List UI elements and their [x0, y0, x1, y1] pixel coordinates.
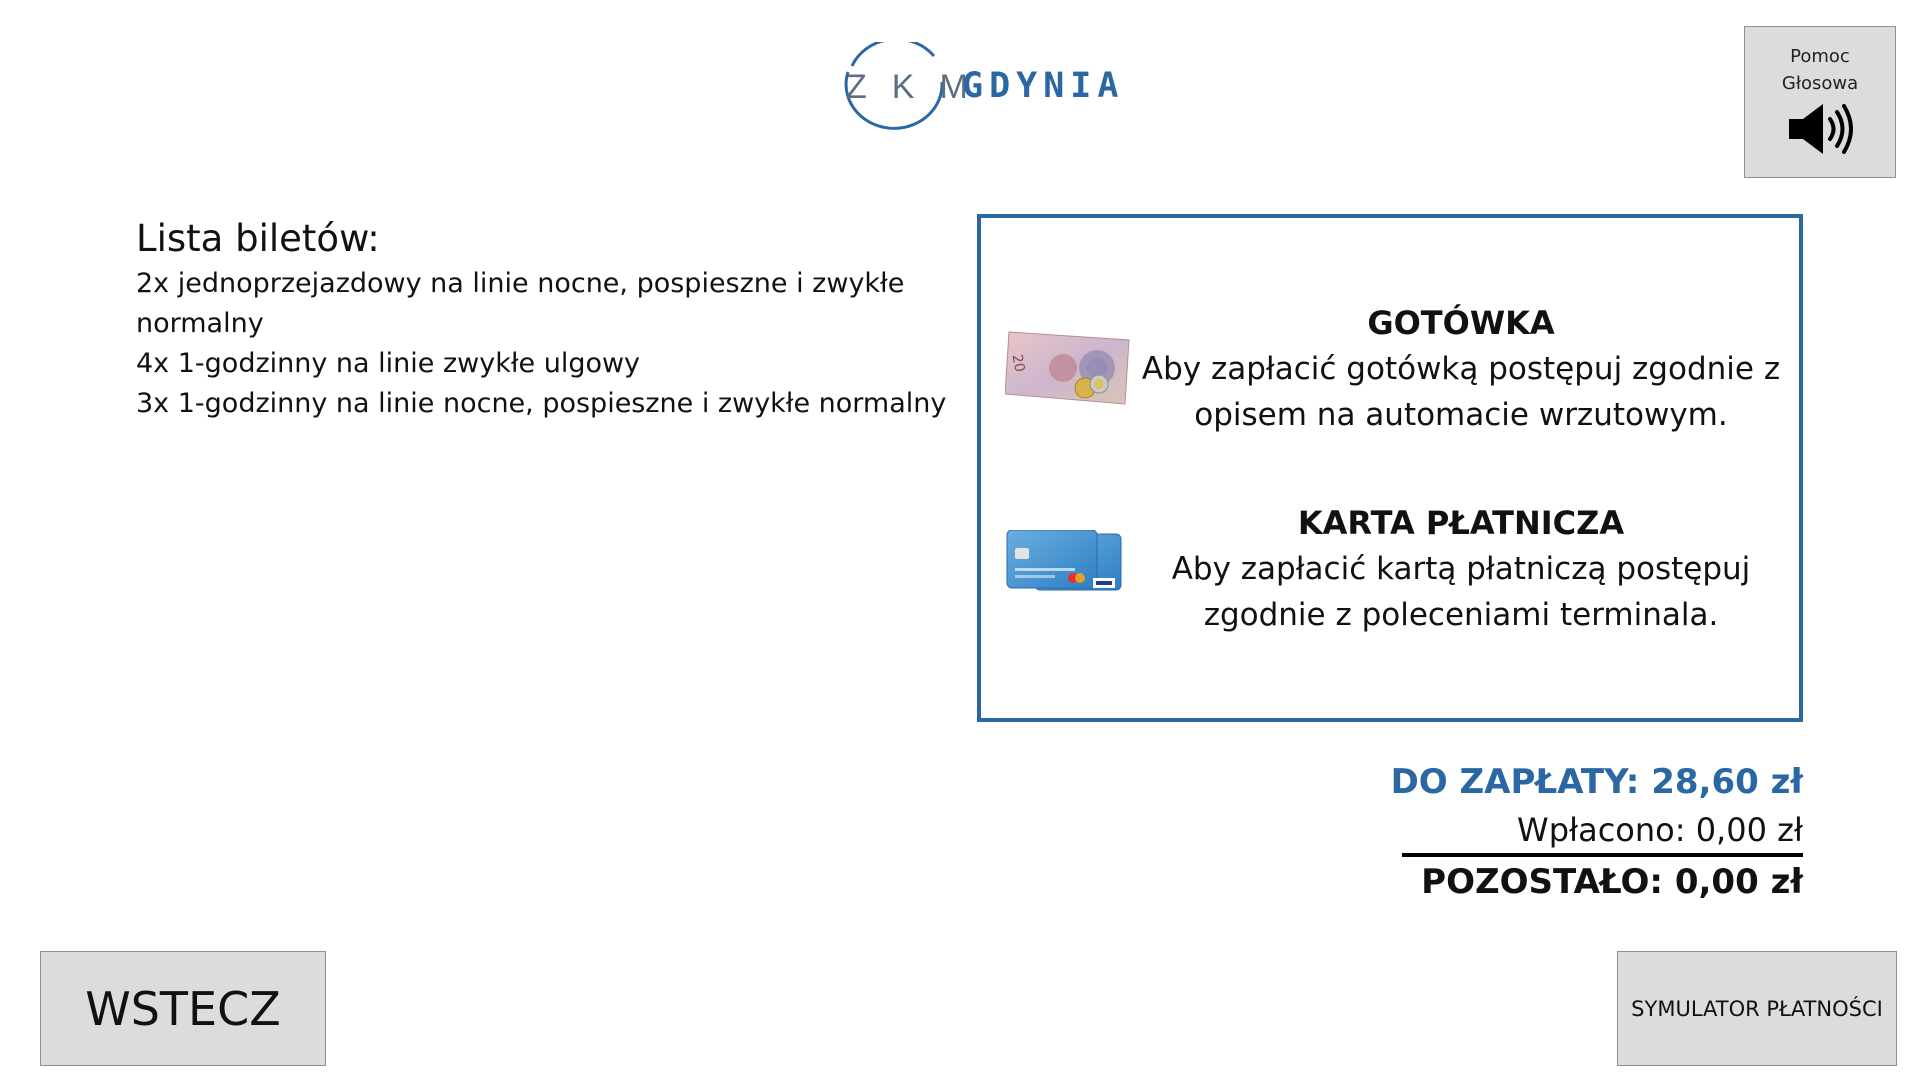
- cash-method-description: Aby zapłacić gotówką postępuj zgodnie z …: [1141, 351, 1781, 433]
- ticket-items: 2x jednoprzejazdowy na linie nocne, posp…: [136, 264, 956, 424]
- voice-help-label: Pomoc Głosowa: [1781, 46, 1859, 94]
- payment-screen: ZKM GDYNIA Pomoc Głosowa Lista biletów: …: [0, 0, 1920, 1080]
- payment-card-icon: [1006, 530, 1122, 591]
- back-button[interactable]: WSTECZ: [40, 951, 326, 1066]
- speaker-icon: [1789, 104, 1853, 154]
- amount-paid: Wpłacono: 0,00 zł: [1517, 811, 1803, 849]
- amount-remaining: POZOSTAŁO: 0,00 zł: [1421, 862, 1803, 902]
- ticket-list: Lista biletów: 2x jednoprzejazdowy na li…: [136, 214, 956, 424]
- svg-text:20: 20: [1008, 353, 1027, 373]
- ticket-list-title: Lista biletów:: [136, 217, 380, 260]
- payment-methods-panel: 20 GOTÓWKA Aby zapłacić gotówką postępuj…: [977, 214, 1803, 722]
- payment-simulator-label: SYMULATOR PŁATNOŚCI: [1631, 996, 1883, 1021]
- zkm-gdynia-logo: ZKM GDYNIA: [838, 42, 1118, 138]
- ticket-item: 3x 1-godzinny na linie nocne, pospieszne…: [136, 388, 947, 419]
- card-method-title: KARTA PŁATNICZA: [1297, 504, 1625, 542]
- payment-simulator-button[interactable]: SYMULATOR PŁATNOŚCI: [1617, 951, 1897, 1066]
- logo-city-text: GDYNIA: [962, 66, 1125, 106]
- ticket-item: 4x 1-godzinny na linie zwykłe ulgowy: [136, 348, 641, 379]
- cash-method-text: GOTÓWKA Aby zapłacić gotówką postępuj zg…: [1131, 300, 1791, 438]
- cash-banknote-icon: 20: [1005, 331, 1130, 405]
- back-button-label: WSTECZ: [85, 981, 281, 1036]
- card-method-description: Aby zapłacić kartą płatniczą postępuj zg…: [1171, 551, 1751, 633]
- amount-due: DO ZAPŁATY: 28,60 zł: [1390, 762, 1803, 802]
- card-method-text: KARTA PŁATNICZA Aby zapłacić kartą płatn…: [1131, 500, 1791, 638]
- voice-help-button[interactable]: Pomoc Głosowa: [1744, 26, 1896, 178]
- ticket-item: 2x jednoprzejazdowy na linie nocne, posp…: [136, 268, 905, 339]
- cash-method-title: GOTÓWKA: [1367, 304, 1555, 342]
- payment-totals: DO ZAPŁATY: 28,60 zł Wpłacono: 0,00 zł P…: [1300, 757, 1803, 907]
